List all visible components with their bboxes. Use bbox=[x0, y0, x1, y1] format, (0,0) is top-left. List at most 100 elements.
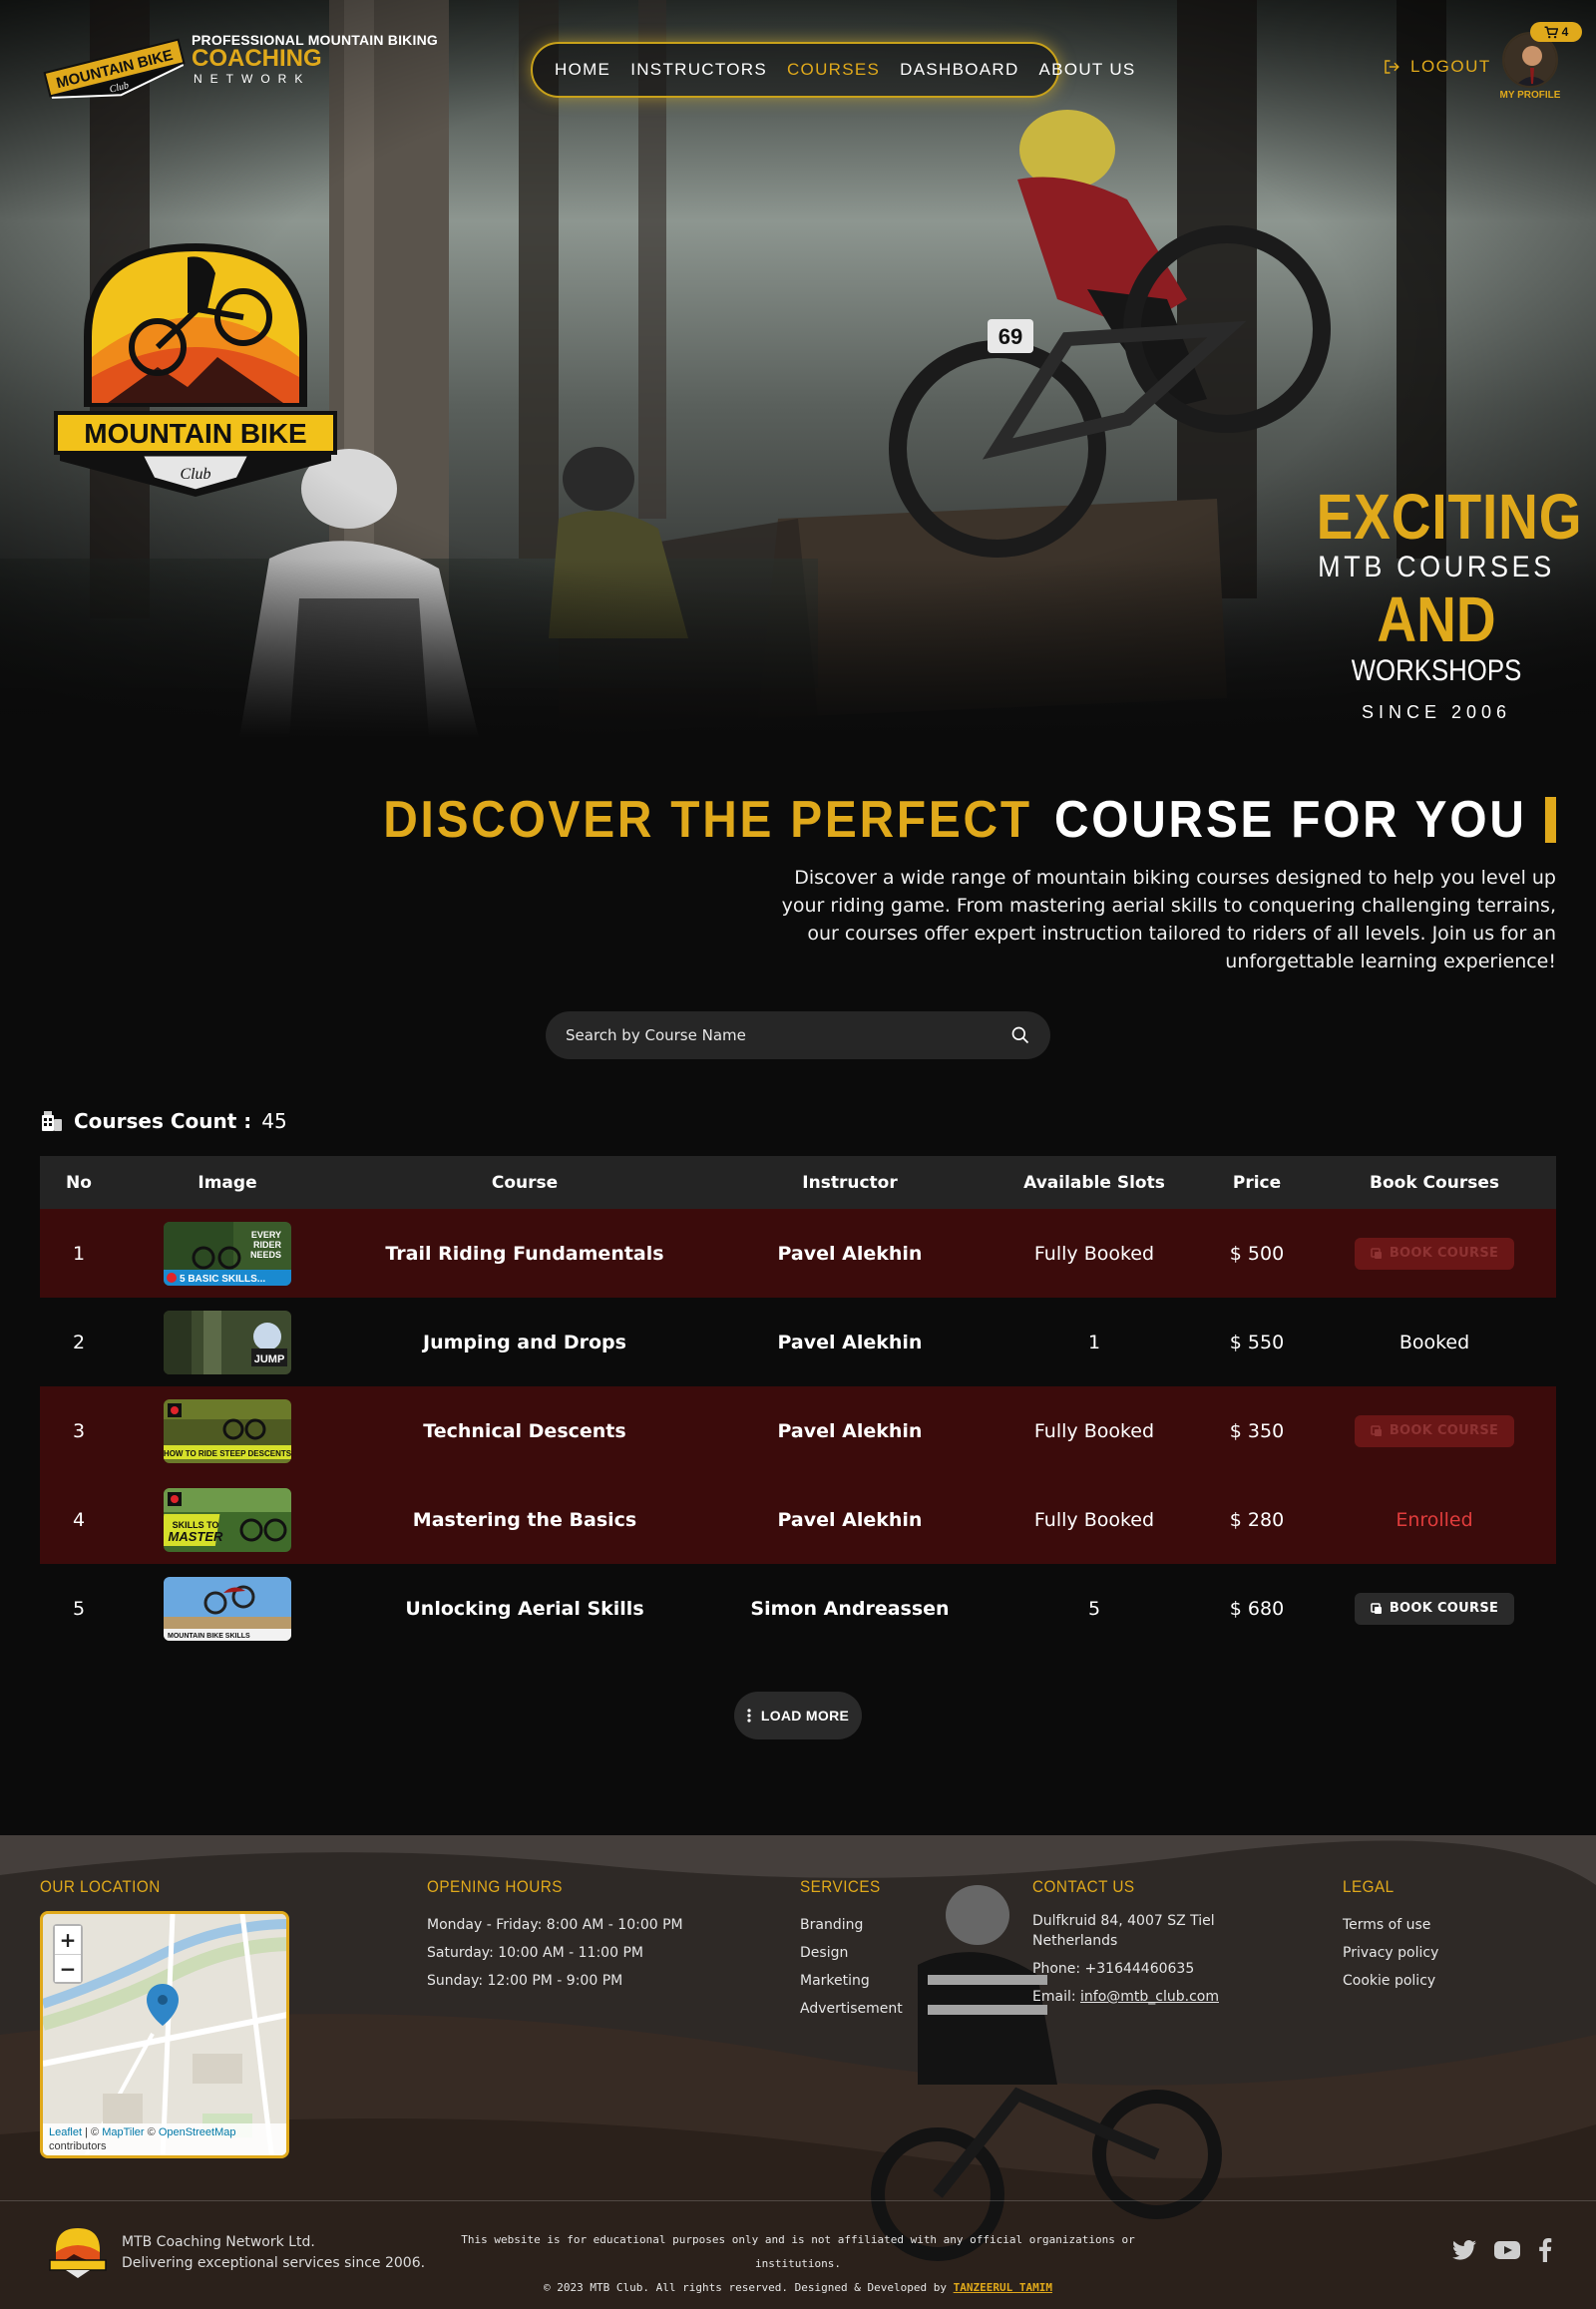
contact-email-row: Email: info@mtb_club.com bbox=[1032, 1989, 1219, 2005]
map-zoom-controls: + − bbox=[53, 1924, 83, 1984]
twitter-icon[interactable] bbox=[1452, 2240, 1476, 2260]
load-more-button[interactable]: LOAD MORE bbox=[734, 1692, 862, 1739]
contact-phone: Phone: +31644460635 bbox=[1032, 1961, 1195, 1977]
table-row: 1 EVERY RIDER NEEDS 5 BASIC SKILLS... Tr… bbox=[40, 1209, 1556, 1298]
course-name[interactable]: Mastering the Basics bbox=[337, 1509, 712, 1531]
course-thumbnail[interactable]: HOW TO RIDE STEEP DESCENTS bbox=[164, 1398, 291, 1463]
header-course: Course bbox=[491, 1172, 559, 1193]
youtube-icon[interactable] bbox=[1494, 2240, 1520, 2260]
course-name[interactable]: Jumping and Drops bbox=[337, 1332, 712, 1353]
leaflet-link[interactable]: Leaflet bbox=[49, 2126, 82, 2138]
profile-menu[interactable]: 4 MY PROFILE bbox=[1498, 22, 1582, 106]
instructor-name[interactable]: Pavel Alekhin bbox=[712, 1509, 988, 1531]
cookie-policy-link[interactable]: Cookie policy bbox=[1343, 1973, 1435, 1989]
header-available-slots: Available Slots bbox=[1023, 1172, 1165, 1193]
course-thumbnail[interactable]: JUMP bbox=[164, 1310, 291, 1374]
nav-home[interactable]: HOME bbox=[555, 60, 610, 80]
available-slots: Fully Booked bbox=[1033, 1419, 1155, 1442]
instructor-name[interactable]: Simon Andreassen bbox=[712, 1598, 988, 1620]
hero-section: 69 MOUNTAIN BIKE Club PROFESSIONAL MOUNT… bbox=[0, 0, 1596, 738]
available-slots: Fully Booked bbox=[1033, 1242, 1155, 1265]
company-info: MTB Coaching Network Ltd. Delivering exc… bbox=[122, 2232, 425, 2274]
search-icon[interactable] bbox=[1010, 1025, 1030, 1045]
zoom-out-button[interactable]: − bbox=[55, 1954, 81, 1982]
hours-list: Monday - Friday: 8:00 AM - 10:00 PM Satu… bbox=[427, 1911, 683, 1995]
course-thumbnail[interactable]: EVERY RIDER NEEDS 5 BASIC SKILLS... bbox=[164, 1221, 291, 1286]
table-row: 4 SKILLS TO MASTER Mastering the Basics … bbox=[40, 1475, 1556, 1564]
contact-email-link[interactable]: info@mtb_club.com bbox=[1080, 1989, 1219, 2005]
svg-text:MOUNTAIN BIKE SKILLS: MOUNTAIN BIKE SKILLS bbox=[168, 1633, 250, 1640]
facebook-icon[interactable] bbox=[1538, 2238, 1552, 2262]
nav-courses[interactable]: COURSES bbox=[787, 60, 880, 80]
course-thumbnail-cell: EVERY RIDER NEEDS 5 BASIC SKILLS... bbox=[118, 1221, 337, 1286]
header-book-courses: Book Courses bbox=[1370, 1172, 1499, 1193]
nav-about-us[interactable]: ABOUT US bbox=[1039, 60, 1136, 80]
discover-title-gold: DISCOVER THE PERFECT bbox=[383, 791, 1032, 849]
location-map[interactable]: + − Leaflet | © MapTiler © OpenStreetMap… bbox=[40, 1911, 289, 2158]
book-course-button[interactable]: BOOK COURSE bbox=[1354, 1592, 1515, 1625]
table-row: 3 HOW TO RIDE STEEP DESCENTS Technical D… bbox=[40, 1386, 1556, 1475]
tagline-line-1: EXCITING bbox=[1316, 481, 1583, 553]
course-name[interactable]: Technical Descents bbox=[337, 1420, 712, 1442]
available-slots: 5 bbox=[1087, 1597, 1101, 1620]
social-links bbox=[1452, 2238, 1552, 2262]
svg-text:MOUNTAIN BIKE: MOUNTAIN BIKE bbox=[84, 418, 306, 449]
logout-button[interactable]: LOGOUT bbox=[1383, 57, 1491, 77]
course-thumbnail-cell: HOW TO RIDE STEEP DESCENTS bbox=[118, 1398, 337, 1463]
my-profile-label[interactable]: MY PROFILE bbox=[1490, 90, 1570, 101]
instructor-name[interactable]: Pavel Alekhin bbox=[712, 1420, 988, 1442]
avatar-image bbox=[1504, 34, 1556, 86]
cart-badge[interactable]: 4 bbox=[1530, 22, 1582, 42]
nav-instructors[interactable]: INSTRUCTORS bbox=[630, 60, 767, 80]
brand-logo[interactable]: MOUNTAIN BIKE Club PROFESSIONAL MOUNTAIN… bbox=[40, 30, 449, 102]
book-cell: BOOK COURSE bbox=[1313, 1237, 1556, 1270]
svg-text:NEEDS: NEEDS bbox=[250, 1250, 281, 1260]
course-thumbnail-cell: SKILLS TO MASTER bbox=[118, 1487, 337, 1552]
header-price: Price bbox=[1232, 1172, 1282, 1193]
course-thumbnail[interactable]: SKILLS TO MASTER bbox=[164, 1487, 291, 1552]
instructor-name[interactable]: Pavel Alekhin bbox=[712, 1243, 988, 1265]
more-vertical-icon bbox=[747, 1709, 751, 1723]
developer-link[interactable]: TANZEERUL TAMIM bbox=[954, 2281, 1052, 2294]
svg-text:HOW TO RIDE STEEP DESCENTS: HOW TO RIDE STEEP DESCENTS bbox=[164, 1449, 291, 1458]
booking-status: Booked bbox=[1398, 1331, 1470, 1353]
brand-line-3: NETWORK bbox=[194, 72, 311, 86]
svg-text:MASTER: MASTER bbox=[169, 1529, 224, 1544]
courses-count: Courses Count : 45 bbox=[40, 1109, 287, 1133]
privacy-policy-link[interactable]: Privacy policy bbox=[1343, 1945, 1438, 1961]
openstreetmap-link[interactable]: OpenStreetMap bbox=[159, 2126, 236, 2138]
service-branding-link[interactable]: Branding bbox=[800, 1917, 863, 1933]
price: $ 280 bbox=[1229, 1508, 1285, 1531]
legal-list: Terms of use Privacy policy Cookie polic… bbox=[1343, 1911, 1438, 1995]
service-advertisement-link[interactable]: Advertisement bbox=[800, 2001, 903, 2017]
maptiler-link[interactable]: MapTiler bbox=[102, 2126, 144, 2138]
book-course-button[interactable]: BOOK COURSE bbox=[1354, 1414, 1515, 1447]
course-thumbnail[interactable]: MOUNTAIN BIKE SKILLS bbox=[164, 1576, 291, 1641]
header-image: Image bbox=[198, 1172, 257, 1193]
book-icon bbox=[1371, 1247, 1382, 1259]
instructor-name[interactable]: Pavel Alekhin bbox=[712, 1332, 988, 1353]
search-input[interactable] bbox=[566, 1026, 1010, 1044]
course-name[interactable]: Unlocking Aerial Skills bbox=[337, 1598, 712, 1620]
nav-dashboard[interactable]: DASHBOARD bbox=[900, 60, 1018, 80]
book-course-button[interactable]: BOOK COURSE bbox=[1354, 1237, 1515, 1270]
available-slots: Fully Booked bbox=[1033, 1508, 1155, 1531]
tagline-line-5: SINCE 2006 bbox=[1361, 702, 1512, 722]
svg-text:RIDER: RIDER bbox=[253, 1240, 282, 1250]
service-marketing-link[interactable]: Marketing bbox=[800, 1973, 870, 1989]
table-row: 2 JUMP Jumping and Drops Pavel Alekhin 1… bbox=[40, 1298, 1556, 1386]
terms-of-use-link[interactable]: Terms of use bbox=[1343, 1917, 1430, 1933]
course-name[interactable]: Trail Riding Fundamentals bbox=[337, 1243, 712, 1265]
footer-club-logo[interactable] bbox=[48, 2222, 108, 2282]
contact-address: Dulfkruid 84, 4007 SZ Tiel Netherlands bbox=[1032, 1913, 1215, 1949]
zoom-in-button[interactable]: + bbox=[55, 1926, 81, 1954]
price: $ 550 bbox=[1229, 1331, 1285, 1353]
book-cell: BOOK COURSE bbox=[1313, 1414, 1556, 1447]
services-heading: SERVICES bbox=[800, 1877, 881, 1896]
search-bar[interactable] bbox=[546, 1011, 1050, 1059]
service-design-link[interactable]: Design bbox=[800, 1945, 848, 1961]
title-accent-bar bbox=[1544, 797, 1556, 843]
location-heading: OUR LOCATION bbox=[40, 1877, 161, 1896]
courses-table: No Image Course Instructor Available Slo… bbox=[40, 1156, 1556, 1653]
book-icon bbox=[1371, 1602, 1382, 1614]
